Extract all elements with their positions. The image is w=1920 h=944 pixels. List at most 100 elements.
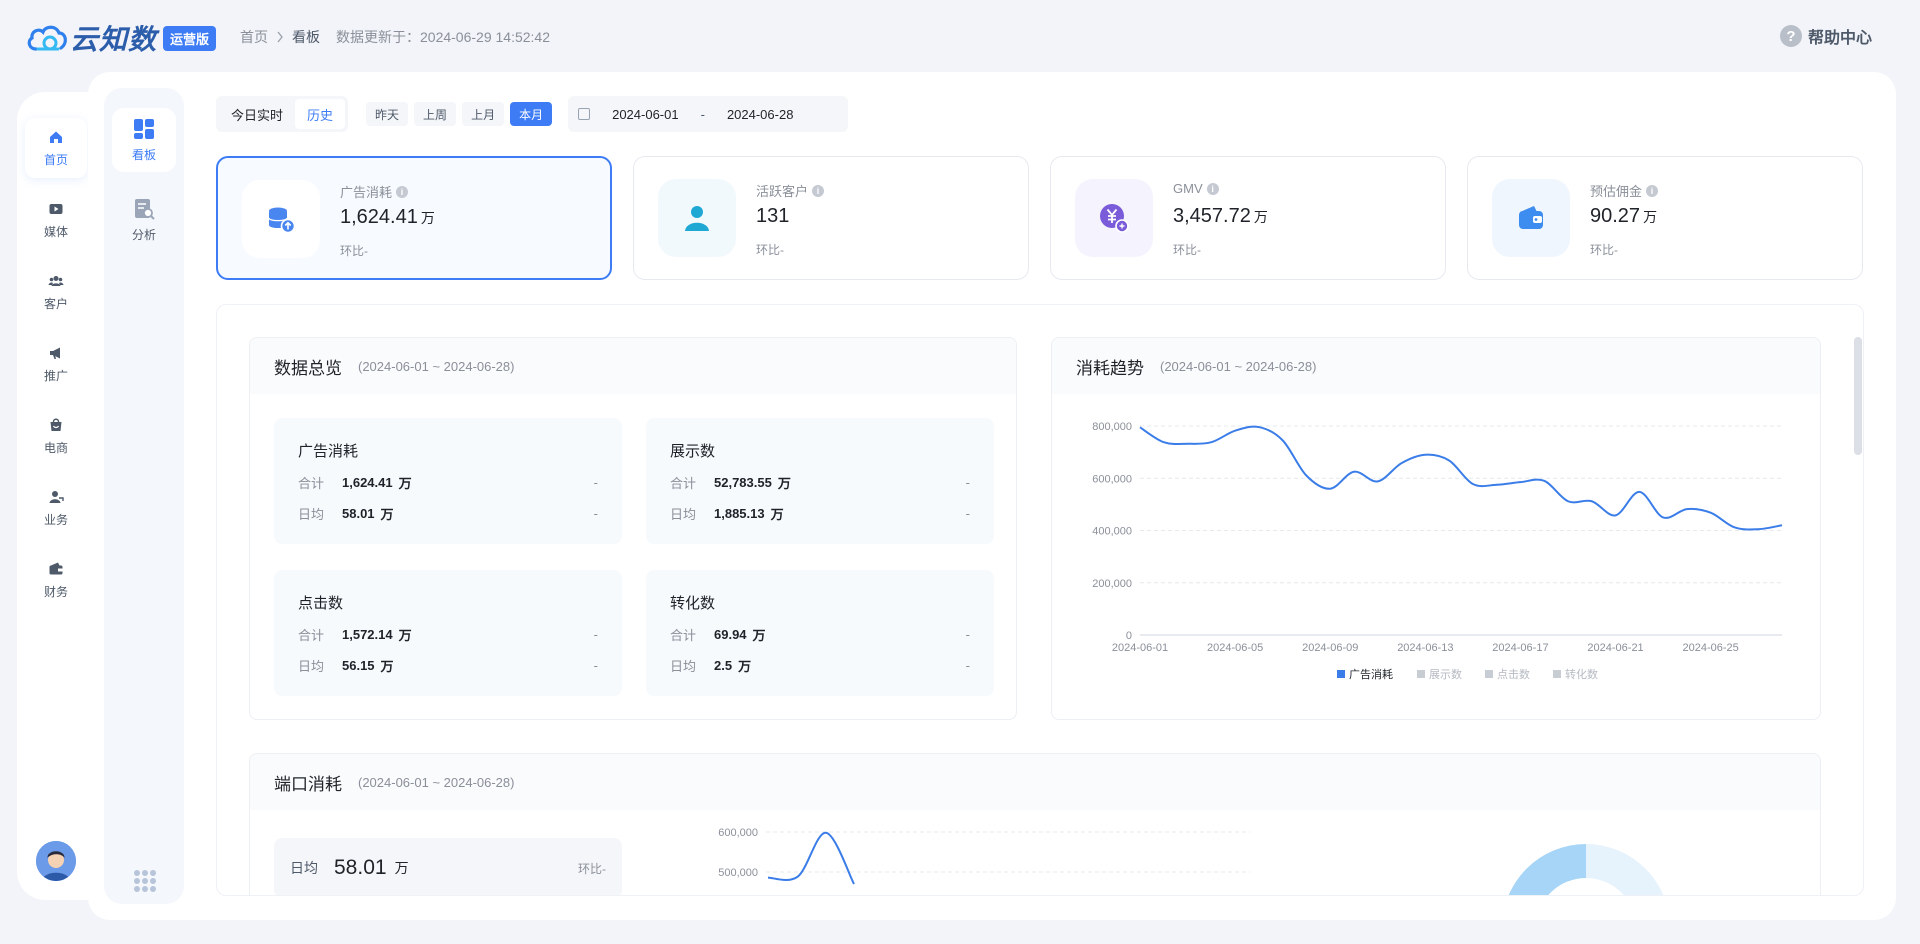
port-donut-chart[interactable]: [1486, 810, 1686, 896]
port-range: (2024-06-01 ~ 2024-06-28): [358, 774, 515, 790]
nav-item-promotion[interactable]: 推广: [25, 334, 87, 394]
avatar[interactable]: [36, 841, 76, 881]
update-time: 数据更新于：2024-06-29 14:52:42: [336, 29, 550, 45]
kpi-value: 1,624.41 万: [340, 206, 435, 228]
trend-line-chart[interactable]: 800,000 600,000 400,000 200,000 02024-06-01 2…: [1052, 394, 1821, 720]
legend-label: 展示数: [1429, 668, 1462, 681]
donut-segment-mid: [1508, 844, 1586, 895]
legend-item[interactable]: 点击数: [1485, 668, 1530, 681]
nav-item-media[interactable]: 媒体: [25, 190, 87, 250]
nav-item-label: 业务: [43, 512, 68, 527]
daily-unit: 万: [394, 860, 409, 876]
legend-item[interactable]: 转化数: [1553, 667, 1598, 681]
content-scroll-area[interactable]: 数据总览 (2024-06-01 ~ 2024-06-28) 广告消耗 合计 1,…: [216, 304, 1864, 896]
kpi-card-gmv[interactable]: GMV i 3,457.72 万 环比-: [1050, 156, 1446, 280]
home-icon: [50, 131, 62, 143]
last-month-button[interactable]: 上月: [462, 102, 505, 126]
metric-name: 展示数: [670, 443, 716, 460]
x-tick-label: 2024-06-09: [1302, 642, 1358, 654]
y-tick-label: 600,000: [1092, 473, 1132, 485]
kpi-value: 3,457.72 万: [1173, 205, 1268, 227]
trend-title: 消耗趋势: [1076, 358, 1144, 378]
overview-title: 数据总览: [274, 358, 342, 378]
subnav-item-label: 看板: [131, 147, 156, 162]
daily-value: 58.01: [334, 856, 387, 879]
history-tab[interactable]: 历史: [295, 99, 346, 129]
x-tick-label: 2024-06-01: [1112, 642, 1168, 654]
megaphone-icon: [50, 347, 60, 359]
breadcrumb: 首页 看板 数据更新于：2024-06-29 14:52:42: [240, 27, 550, 47]
metric-avg-row: 日均 1,885.13 万 -: [670, 506, 970, 522]
subnav-item-label: 分析: [131, 227, 156, 242]
nav-item-label: 财务: [43, 584, 68, 599]
metric-total-row: 合计 52,783.55 万 -: [670, 475, 970, 491]
nav-item-customers[interactable]: 客户: [25, 262, 87, 322]
port-series-line[interactable]: [767, 831, 855, 885]
overview-header: 数据总览 (2024-06-01 ~ 2024-06-28): [250, 338, 1016, 394]
daily-change: 环比-: [578, 861, 606, 876]
apps-grid-icon[interactable]: [134, 870, 156, 892]
legend-label: 点击数: [1497, 668, 1530, 681]
info-icon[interactable]: i: [812, 184, 825, 197]
kpi-value: 131: [756, 205, 790, 227]
help-center-label: 帮助中心: [1807, 30, 1872, 47]
metric-total-row: 合计 1,624.41 万 -: [298, 475, 598, 491]
port-line-chart[interactable]: 600,000 500,000: [670, 810, 1290, 896]
kpi-value: 90.27 万: [1590, 205, 1658, 227]
info-icon[interactable]: i: [1646, 184, 1659, 197]
kpi-label: 预估佣金 i: [1590, 181, 1659, 200]
question-icon: ?: [1779, 25, 1802, 47]
x-tick-label: 2024-06-21: [1587, 642, 1643, 654]
legend-item[interactable]: 展示数: [1417, 668, 1462, 681]
trend-range: (2024-06-01 ~ 2024-06-28): [1160, 358, 1317, 374]
mode-toggle: 今日实时 历史: [216, 96, 349, 132]
end-date[interactable]: 2024-06-28: [727, 107, 794, 122]
y-tick-label: 400,000: [1092, 526, 1132, 538]
subnav-item-dashboard[interactable]: 看板: [112, 108, 176, 172]
subnav-item-analysis[interactable]: 分析: [112, 188, 176, 252]
legend-label: 广告消耗: [1349, 667, 1393, 681]
date-range-picker[interactable]: 2024-06-01 - 2024-06-28: [568, 96, 849, 132]
metric-avg-row: 日均 2.5 万 -: [670, 658, 970, 674]
yuan-coin-icon: [1075, 179, 1153, 257]
scrollbar-thumb[interactable]: [1854, 337, 1862, 455]
overview-card: 数据总览 (2024-06-01 ~ 2024-06-28) 广告消耗 合计 1,…: [249, 337, 1017, 720]
realtime-tab[interactable]: 今日实时: [219, 99, 295, 129]
user-icon: [49, 490, 64, 503]
kpi-label: 广告消耗 i: [340, 182, 409, 201]
breadcrumb-current: 看板: [292, 29, 320, 45]
nav-item-finance[interactable]: 财务: [25, 550, 87, 610]
logo[interactable]: 云知数 运营版: [26, 18, 217, 58]
quick-range-group: 昨天 上周 上月 本月: [366, 102, 553, 126]
nav-item-business[interactable]: 业务: [25, 478, 87, 538]
y-tick-label: 200,000: [1092, 578, 1132, 590]
kpi-card-commission[interactable]: 预估佣金 i 90.27 万 环比-: [1467, 156, 1863, 280]
kpi-card-ad-spend[interactable]: 广告消耗 i 1,624.41 万 环比-: [216, 156, 612, 280]
kpi-card-active-customers[interactable]: 活跃客户 i 131 环比-: [633, 156, 1029, 280]
legend-label: 转化数: [1565, 667, 1598, 681]
metric-name: 转化数: [670, 595, 716, 612]
calendar-icon: [578, 108, 591, 120]
yesterday-button[interactable]: 昨天: [366, 102, 409, 126]
breadcrumb-home[interactable]: 首页: [240, 27, 268, 47]
legend-item[interactable]: 广告消耗: [1337, 667, 1393, 681]
x-tick-label: 2024-06-05: [1207, 642, 1263, 654]
sub-sidebar: 看板 分析: [104, 88, 184, 904]
nav-item-label: 电商: [43, 440, 68, 455]
x-tick-label: 2024-06-13: [1397, 642, 1453, 654]
person-icon: [658, 179, 736, 257]
help-center-link[interactable]: ? 帮助中心: [1779, 24, 1872, 48]
customers-icon: [48, 275, 64, 286]
shop-icon: [50, 418, 62, 431]
nav-item-home[interactable]: 首页: [25, 118, 87, 178]
this-month-button[interactable]: 本月: [510, 102, 553, 126]
nav-item-label: 推广: [43, 368, 68, 383]
kpi-change: 环比-: [1590, 243, 1618, 257]
last-week-button[interactable]: 上周: [414, 102, 457, 126]
nav-item-ecommerce[interactable]: 电商: [25, 406, 87, 466]
metric-card-ad-spend: 广告消耗 合计 1,624.41 万 - 日均 58.01 万 -: [274, 418, 622, 544]
series-line-ad-spend[interactable]: [1139, 425, 1783, 531]
info-icon[interactable]: i: [1206, 182, 1219, 195]
info-icon[interactable]: i: [396, 185, 409, 198]
start-date[interactable]: 2024-06-01: [612, 107, 679, 122]
